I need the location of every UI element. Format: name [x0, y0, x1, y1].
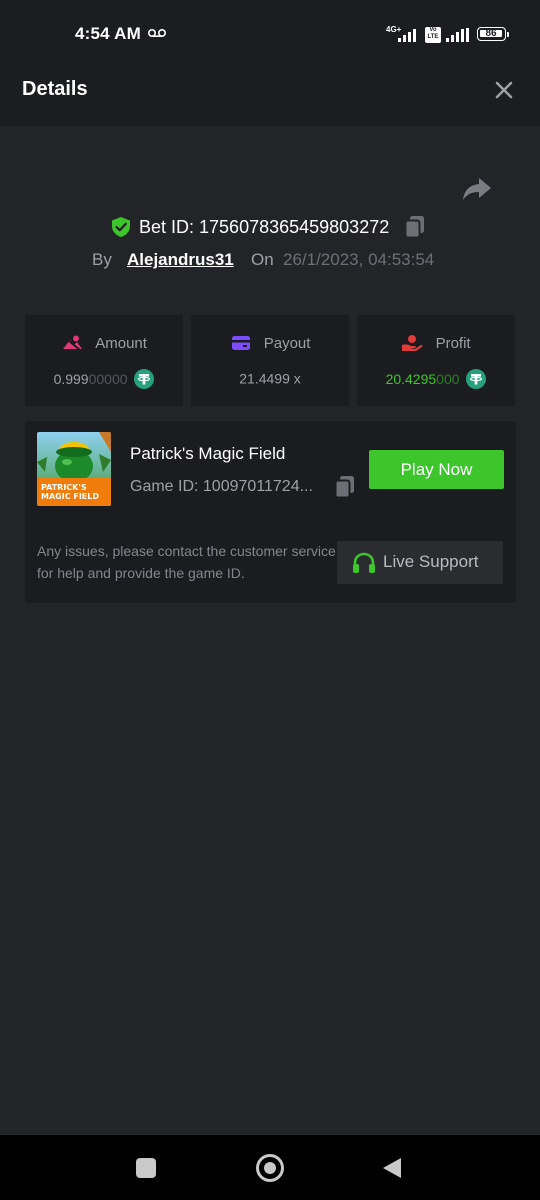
payout-card: Payout 21.4499 x [191, 315, 349, 406]
voicemail-icon [148, 29, 166, 37]
support-text: Any issues, please contact the customer … [37, 543, 336, 581]
amount-value-dim: 00000 [88, 371, 128, 387]
game-name: Patrick's Magic Field [130, 444, 286, 463]
wallet-icon [231, 336, 250, 351]
volte-badge: Vo LTE [425, 27, 441, 43]
copy-icon[interactable] [334, 475, 356, 499]
payout-value: 21.4499 x [239, 370, 301, 387]
on-label: On [251, 250, 274, 269]
status-bar: 4:54 AM 4G+ Vo LTE 86 [0, 0, 540, 52]
by-label: By [92, 250, 112, 269]
game-id: Game ID: 10097011724... [130, 478, 313, 495]
tether-icon [134, 369, 155, 389]
live-support-label: Live Support [383, 552, 479, 571]
profit-label: Profit [435, 334, 471, 352]
bet-id: Bet ID: 1756078365459803272 [139, 217, 390, 237]
thumbnail-title-line1: PATRICK'S [41, 483, 87, 492]
game-thumbnail[interactable]: PATRICK'S MAGIC FIELD [37, 432, 111, 506]
tether-icon [466, 369, 487, 389]
close-icon[interactable] [492, 78, 516, 102]
amount-label: Amount [95, 334, 147, 352]
back-button-icon[interactable] [382, 1157, 402, 1179]
copy-icon[interactable] [404, 215, 426, 239]
thumbnail-title-line2: MAGIC FIELD [41, 492, 99, 501]
bet-id-row: Bet ID: 1756078365459803272 [0, 215, 540, 239]
amount-icon [63, 335, 83, 351]
share-icon[interactable] [462, 176, 492, 202]
live-support-button[interactable]: Live Support [337, 541, 503, 584]
recents-button-icon[interactable] [136, 1158, 156, 1178]
game-card: PATRICK'S MAGIC FIELD Patrick's Magic Fi… [25, 421, 516, 603]
amount-card: Amount 0.99900000 [25, 315, 183, 406]
home-button-icon[interactable] [256, 1154, 284, 1182]
shield-check-icon [112, 217, 130, 237]
play-now-button[interactable]: Play Now [369, 450, 504, 489]
battery-icon: 86 [477, 27, 506, 41]
signal-icon [398, 29, 416, 42]
profit-value-dim: 000 [436, 371, 460, 387]
page-title: Details [22, 78, 88, 100]
headset-icon [353, 552, 375, 573]
bet-meta-row: By Alejandrus31 On 26/1/2023, 04:53:54 [0, 248, 540, 270]
bet-date: 26/1/2023, 04:53:54 [283, 250, 435, 269]
amount-value-main: 0.999 [53, 371, 89, 387]
payout-label: Payout [263, 334, 311, 352]
details-header: Details [0, 52, 540, 126]
profit-value-main: 20.4295 [385, 371, 437, 387]
username-link[interactable]: Alejandrus31 [127, 250, 234, 270]
status-time: 4:54 AM [75, 24, 141, 43]
profit-card: Profit 20.4295000 [357, 315, 515, 406]
system-nav-bar [0, 1135, 540, 1200]
signal-icon [446, 28, 469, 42]
profit-hand-icon [402, 335, 423, 352]
battery-level: 86 [485, 28, 497, 39]
